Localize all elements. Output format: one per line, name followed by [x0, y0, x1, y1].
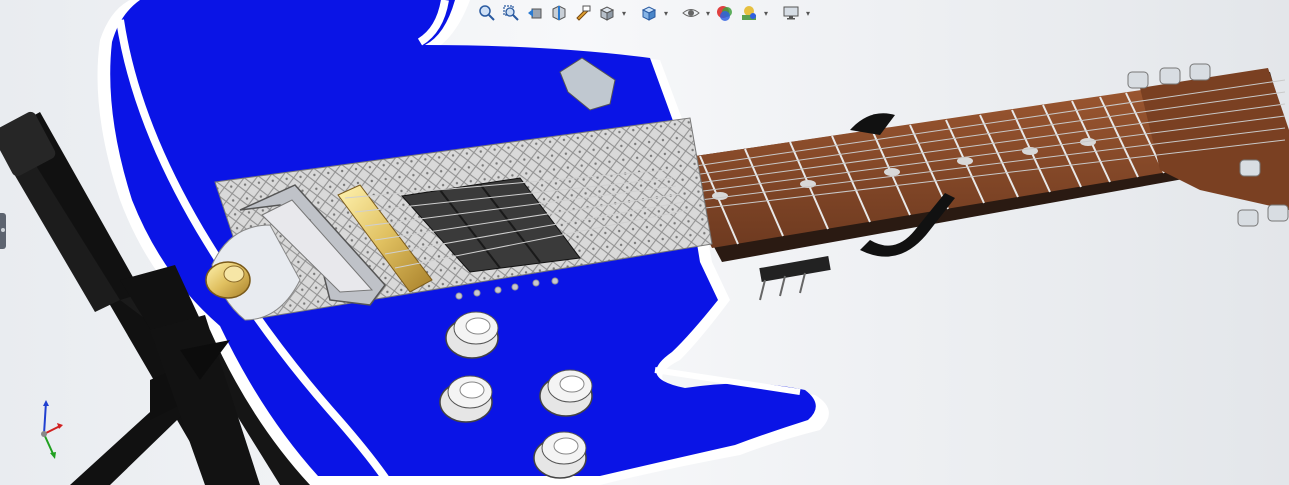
hide-show-dropdown[interactable]: ▾	[704, 2, 712, 24]
display-style-cube-icon[interactable]	[638, 2, 660, 24]
annotation-view-icon[interactable]	[572, 2, 594, 24]
apply-scene-dropdown[interactable]: ▾	[762, 2, 770, 24]
appearance-sphere-icon[interactable]	[714, 2, 736, 24]
view-settings-dropdown[interactable]: ▾	[804, 2, 812, 24]
reference-triad	[41, 400, 63, 459]
zoom-fit-icon[interactable]	[476, 2, 498, 24]
scene-icon[interactable]	[738, 2, 760, 24]
section-view-icon[interactable]	[548, 2, 570, 24]
heads-up-view-toolbar: ▾ ▾ ▾ ▾ ▾	[476, 2, 812, 24]
zoom-area-icon[interactable]	[500, 2, 522, 24]
view-orientation-icon[interactable]	[596, 2, 618, 24]
eye-icon[interactable]	[680, 2, 702, 24]
monitor-icon[interactable]	[780, 2, 802, 24]
graphics-area[interactable]	[0, 0, 1289, 485]
view-orientation-dropdown[interactable]: ▾	[620, 2, 628, 24]
display-style-dropdown[interactable]: ▾	[662, 2, 670, 24]
feature-manager-collapse-handle[interactable]	[0, 213, 6, 249]
previous-view-icon[interactable]	[524, 2, 546, 24]
guitar-neck[interactable]	[667, 63, 1289, 262]
